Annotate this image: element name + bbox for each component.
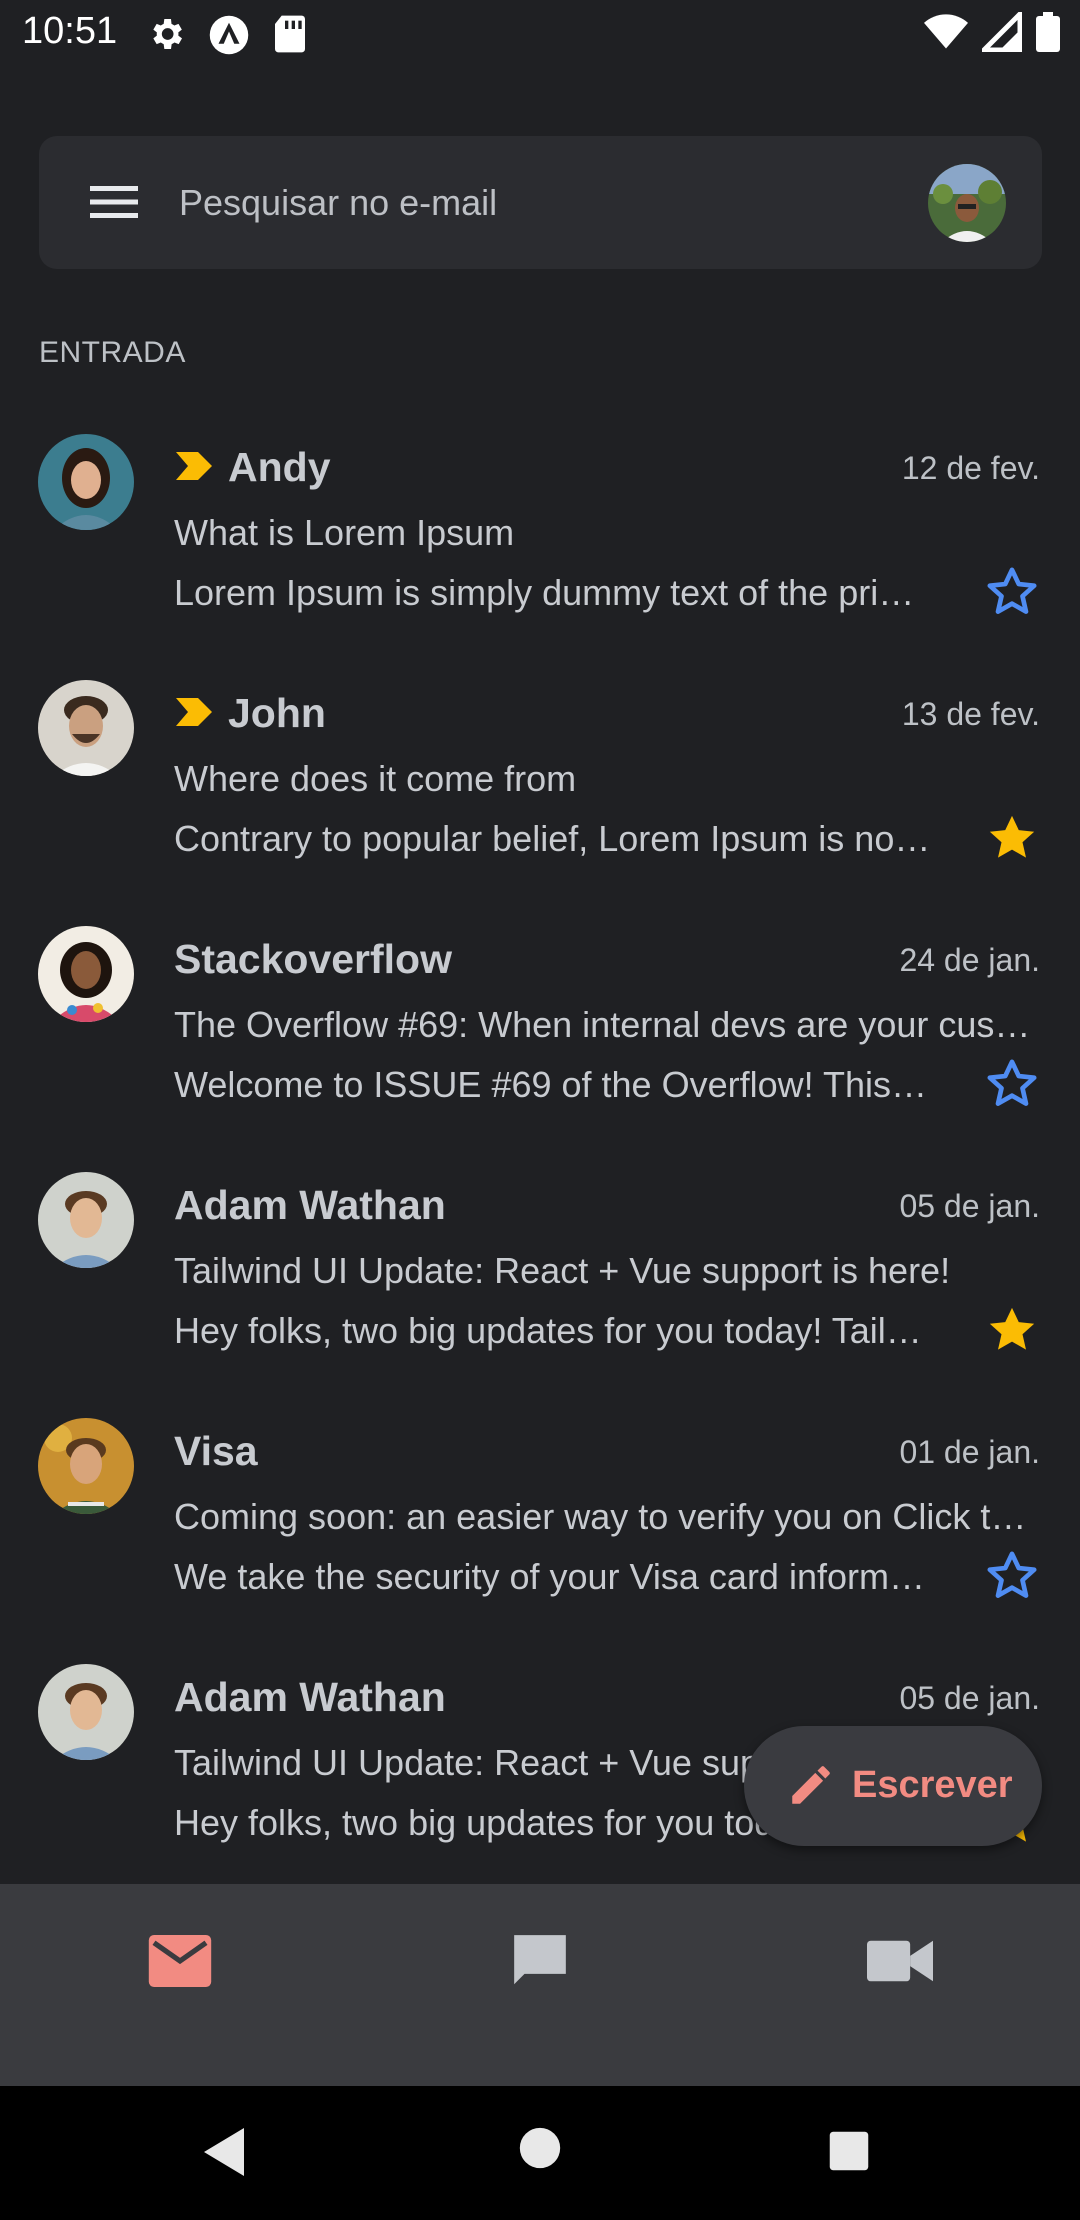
email-date: 24 de jan. — [899, 942, 1040, 978]
star-filled-icon[interactable] — [984, 810, 1040, 866]
wifi-icon — [924, 12, 968, 57]
email-sender: John — [228, 690, 326, 736]
email-row[interactable]: Stackoverflow 24 de jan. The Overflow #6… — [0, 912, 1080, 1158]
email-date: 12 de fev. — [901, 450, 1040, 486]
compose-button[interactable]: Escrever — [744, 1726, 1042, 1846]
email-sender: Andy — [228, 444, 331, 490]
menu-icon[interactable] — [79, 172, 149, 232]
system-navigation-bar — [0, 2086, 1080, 2220]
email-row[interactable]: Visa 01 de jan. Coming soon: an easier w… — [0, 1404, 1080, 1650]
email-date: 01 de jan. — [899, 1434, 1040, 1470]
compose-label: Escrever — [852, 1764, 1013, 1806]
signal-icon — [977, 7, 1023, 57]
back-icon[interactable] — [200, 2126, 248, 2183]
email-snippet: We take the security of your Visa card i… — [174, 1556, 934, 1597]
battery-icon — [1036, 12, 1060, 57]
email-subject: Tailwind UI Update: React + Vue support … — [174, 1250, 951, 1291]
email-subject: What is Lorem Ipsum — [174, 512, 515, 553]
sender-avatar — [38, 1664, 134, 1760]
sender-avatar — [38, 680, 134, 776]
email-row[interactable]: Adam Wathan 05 de jan. Tailwind UI Updat… — [0, 1158, 1080, 1404]
sync-icon — [208, 14, 250, 61]
email-snippet: Hey folks, two big updates for you today… — [174, 1310, 934, 1351]
star-filled-icon[interactable] — [984, 1302, 1040, 1358]
email-sender: Stackoverflow — [174, 936, 452, 982]
pencil-icon — [786, 1760, 836, 1815]
home-icon[interactable] — [518, 2126, 562, 2175]
recents-icon[interactable] — [828, 2130, 870, 2177]
mail-icon — [148, 1934, 212, 1992]
video-icon — [867, 1937, 933, 1990]
email-row[interactable]: Andy 12 de fev. What is Lorem Ipsum Lore… — [0, 420, 1080, 666]
email-snippet: Welcome to ISSUE #69 of the Overflow! Th… — [174, 1064, 934, 1105]
nav-chat[interactable] — [500, 1928, 580, 1998]
sender-avatar — [38, 1418, 134, 1514]
sender-avatar — [38, 926, 134, 1022]
star-outline-icon[interactable] — [984, 564, 1040, 620]
settings-icon — [146, 14, 186, 59]
status-bar: 10:51 — [0, 0, 1080, 66]
bottom-navigation — [0, 1884, 1080, 2086]
email-subject: Coming soon: an easier way to verify you… — [174, 1496, 1040, 1537]
email-date: 13 de fev. — [901, 696, 1040, 732]
nav-mail[interactable] — [140, 1928, 220, 1998]
email-date: 05 de jan. — [899, 1188, 1040, 1224]
chat-icon — [509, 1930, 571, 1997]
sender-avatar — [38, 1172, 134, 1268]
star-outline-icon[interactable] — [984, 1056, 1040, 1112]
email-subject: The Overflow #69: When internal devs are… — [174, 1004, 1040, 1045]
email-date: 05 de jan. — [899, 1680, 1040, 1716]
email-snippet: Contrary to popular belief, Lorem Ipsum … — [174, 818, 934, 859]
search-input[interactable] — [177, 166, 881, 240]
account-avatar[interactable] — [928, 164, 1006, 242]
email-sender: Adam Wathan — [174, 1182, 446, 1228]
email-snippet: Lorem Ipsum is simply dummy text of the … — [174, 572, 934, 613]
inbox-section-label: ENTRADA — [39, 336, 186, 369]
email-sender: Visa — [174, 1428, 258, 1474]
status-time: 10:51 — [22, 10, 118, 52]
sd-card-icon — [272, 14, 308, 59]
search-bar[interactable] — [39, 136, 1042, 269]
email-sender: Adam Wathan — [174, 1674, 446, 1720]
email-row[interactable]: John 13 de fev. Where does it come from … — [0, 666, 1080, 912]
email-list[interactable]: Andy 12 de fev. What is Lorem Ipsum Lore… — [0, 420, 1080, 1844]
important-marker-icon — [176, 698, 212, 731]
sender-avatar — [38, 434, 134, 530]
important-marker-icon — [176, 452, 212, 485]
email-subject: Where does it come from — [174, 758, 577, 799]
nav-meet[interactable] — [860, 1928, 940, 1998]
star-outline-icon[interactable] — [984, 1548, 1040, 1604]
